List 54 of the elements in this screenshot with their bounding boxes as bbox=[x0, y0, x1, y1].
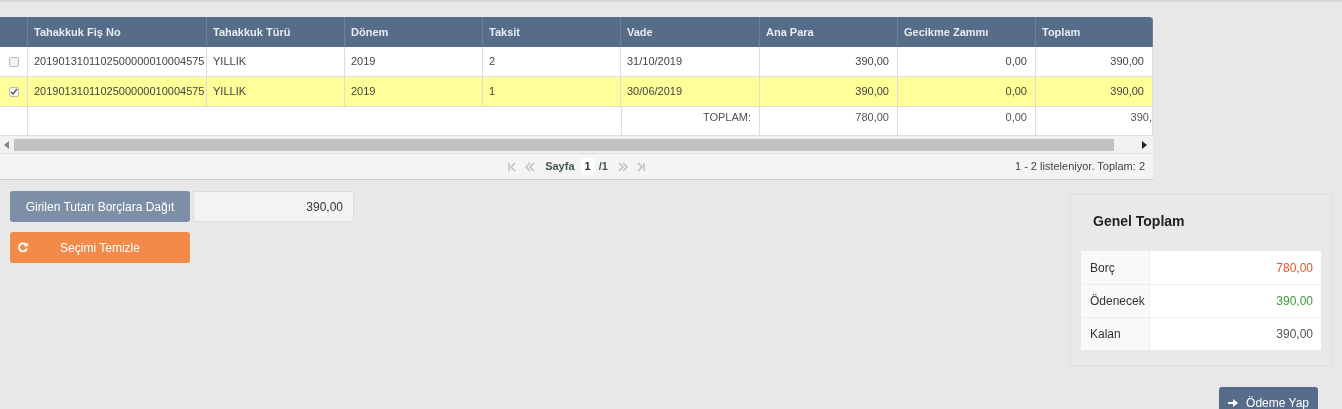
previous-page-icon[interactable] bbox=[525, 161, 536, 172]
column-header[interactable]: Tahakkuk Fiş No bbox=[34, 23, 121, 41]
pay-button[interactable]: Ödeme Yap bbox=[1219, 387, 1318, 409]
record-summary: 1 - 2 listeleniyor. Toplam: 2 bbox=[1014, 159, 1145, 175]
table-cell-text: 390,00 bbox=[1110, 54, 1144, 70]
table-cell-text: 390,00 bbox=[1110, 84, 1144, 100]
column-header[interactable]: Tahakkuk Türü bbox=[213, 23, 291, 41]
summary-value: 390,00 bbox=[1276, 326, 1313, 343]
column-header[interactable]: Ana Para bbox=[766, 23, 814, 41]
total-value: 0,00 bbox=[1005, 111, 1027, 123]
total-value: 390, bbox=[1130, 111, 1152, 123]
scroll-right-icon[interactable] bbox=[1141, 140, 1147, 149]
summary-value: 390,00 bbox=[1276, 293, 1313, 310]
page-input[interactable]: 1 bbox=[580, 158, 595, 175]
column-header[interactable]: Gecikme Zammı bbox=[904, 23, 989, 41]
total-label: TOPLAM: bbox=[702, 111, 751, 123]
summary-label: Kalan bbox=[1090, 326, 1121, 343]
refresh-icon bbox=[18, 242, 28, 252]
total-value: 780,00 bbox=[855, 111, 889, 123]
column-header[interactable]: Taksit bbox=[489, 23, 520, 41]
column-header[interactable]: Dönem bbox=[351, 23, 389, 41]
row-checkbox[interactable] bbox=[8, 56, 19, 67]
table-cell-text: 31/10/2019 bbox=[627, 54, 683, 70]
first-page-icon[interactable] bbox=[507, 161, 518, 172]
summary-label: Borç bbox=[1090, 259, 1115, 277]
table-cell-text: 2019013101102500000010004575 bbox=[34, 54, 205, 70]
clear-selection-button[interactable]: Seçimi Temizle bbox=[10, 232, 190, 263]
summary-title: Genel Toplam bbox=[1092, 212, 1186, 231]
table-cell-text: 2019 bbox=[351, 84, 376, 100]
scroll-left-icon[interactable] bbox=[4, 140, 10, 149]
distribute-button[interactable]: Girilen Tutarı Borçlara Dağıt bbox=[10, 191, 190, 222]
table-cell-text: 0,00 bbox=[1005, 54, 1027, 70]
amount-field[interactable]: 390,00 bbox=[193, 191, 354, 222]
arrow-right-icon bbox=[1228, 397, 1239, 408]
table-cell-text: 390,00 bbox=[855, 84, 889, 100]
table-cell-text: YILLIK bbox=[213, 84, 247, 100]
table-cell-text: 0,00 bbox=[1005, 84, 1027, 100]
table-cell-text: YILLIK bbox=[213, 54, 247, 70]
column-header[interactable]: Toplam bbox=[1042, 23, 1081, 41]
last-page-icon[interactable] bbox=[635, 161, 646, 172]
column-header[interactable]: Vade bbox=[627, 23, 653, 41]
table-cell-text: 2 bbox=[489, 54, 496, 70]
table-cell-text: 30/06/2019 bbox=[627, 84, 683, 100]
summary-label: Ödenecek bbox=[1090, 293, 1145, 310]
table-cell-text: 2019 bbox=[351, 54, 376, 70]
row-checkbox[interactable] bbox=[8, 86, 19, 97]
page-label: Sayfa bbox=[545, 159, 575, 175]
table-cell-text: 1 bbox=[489, 84, 496, 100]
summary-value: 780,00 bbox=[1276, 259, 1313, 277]
table-cell-text: 390,00 bbox=[855, 54, 889, 70]
table-cell-text: 2019013101102500000010004575 bbox=[34, 84, 205, 100]
scrollbar-thumb[interactable] bbox=[14, 138, 1114, 151]
page-count: /1 bbox=[598, 159, 608, 175]
next-page-icon[interactable] bbox=[617, 161, 628, 172]
